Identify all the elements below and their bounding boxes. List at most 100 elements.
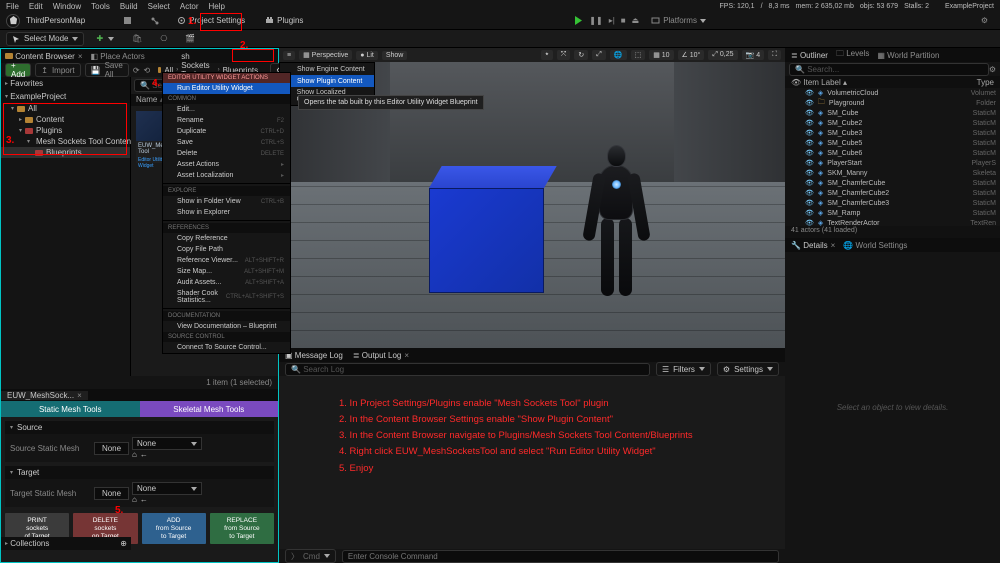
ctx-item[interactable]: Show in Folder ViewCTRL+B: [163, 196, 290, 207]
menu-tools[interactable]: Tools: [91, 2, 110, 11]
viewport-options[interactable]: ≡: [283, 51, 295, 60]
tab-static-mesh[interactable]: Static Mesh Tools: [1, 401, 140, 417]
gizmo-translate-icon[interactable]: ⤧: [557, 50, 571, 60]
outliner-item[interactable]: 👁◈SM_Cube5StaticM: [785, 138, 1000, 148]
step-button[interactable]: ▸|: [609, 16, 615, 25]
collections-section[interactable]: Collections: [10, 539, 49, 548]
outliner-item[interactable]: 👁◈SM_Cube6StaticM: [785, 148, 1000, 158]
favorites-section[interactable]: Favorites: [10, 79, 43, 88]
source-dropdown[interactable]: None: [132, 437, 202, 450]
project-root[interactable]: ExampleProject: [10, 92, 66, 101]
menu-edit[interactable]: Edit: [29, 2, 43, 11]
content-browser-tab[interactable]: Content Browser×: [5, 52, 83, 61]
ctx-item[interactable]: SaveCTRL+S: [163, 137, 290, 148]
outliner-item[interactable]: 👁◈SM_ChamferCube3StaticM: [785, 198, 1000, 208]
log-search-input[interactable]: 🔍 Search Log: [285, 363, 650, 376]
outliner-item[interactable]: 👁◈SM_ChamferCubeStaticM: [785, 178, 1000, 188]
outliner-tab[interactable]: ≣ Outliner: [791, 51, 828, 60]
world-partition-tab[interactable]: ▦ World Partition: [877, 51, 939, 60]
menu-build[interactable]: Build: [120, 2, 138, 11]
ctx-item[interactable]: DeleteDELETE: [163, 148, 290, 159]
add-button[interactable]: + Add: [5, 63, 31, 77]
menu-file[interactable]: File: [6, 2, 19, 11]
save-all-button[interactable]: 💾 Save All: [85, 63, 129, 77]
world-settings-tab[interactable]: 🌐 World Settings: [843, 241, 907, 250]
section-source[interactable]: ▾Source: [5, 421, 274, 434]
eject-button[interactable]: ⏏: [632, 16, 640, 25]
blueprint-icon[interactable]: ⎔: [154, 32, 173, 46]
console-input[interactable]: Enter Console Command: [342, 550, 779, 563]
tree-item-plugins[interactable]: ▾Plugins: [1, 125, 130, 136]
ctx-item[interactable]: Asset Localization▸: [163, 170, 290, 181]
outliner-item[interactable]: 👁◈SM_Cube2StaticM: [785, 118, 1000, 128]
show-plugin-content[interactable]: ✓Show Plugin Content: [280, 75, 374, 87]
levels-tab[interactable]: 🗀 Levels: [836, 48, 869, 62]
output-log-tab[interactable]: ≣ Output Log×: [353, 351, 409, 360]
marketplace-icon[interactable]: 🛍: [126, 32, 148, 46]
import-button[interactable]: ↥ Import: [35, 63, 80, 77]
tab-skeletal-mesh[interactable]: Skeletal Mesh Tools: [140, 401, 279, 417]
cmd-dropdown[interactable]: 〉Cmd: [285, 549, 336, 563]
replace-sockets-button[interactable]: REPLACE from Source to Target: [210, 513, 274, 544]
ctx-item[interactable]: View Documentation – Blueprint: [163, 321, 290, 332]
source-control-icon[interactable]: [144, 14, 165, 28]
ctx-item[interactable]: Copy Reference: [163, 233, 290, 244]
log-settings-button[interactable]: ⚙ Settings: [717, 362, 779, 376]
close-icon[interactable]: ×: [831, 241, 836, 250]
cb-folder-tree[interactable]: ▸ Favorites ▾ ExampleProject ▾All ▸Conte…: [1, 77, 131, 376]
platforms-button[interactable]: Platforms: [645, 14, 712, 28]
menu-actor[interactable]: Actor: [180, 2, 199, 11]
menu-window[interactable]: Window: [53, 2, 81, 11]
cinematics-icon[interactable]: 🎬: [179, 32, 201, 46]
ctx-item[interactable]: Reference Viewer...ALT+SHIFT+R: [163, 255, 290, 266]
show-dropdown[interactable]: Show: [382, 51, 408, 60]
message-log-tab[interactable]: ▣ Message Log: [285, 351, 343, 360]
play-button[interactable]: [574, 16, 583, 25]
ctx-item[interactable]: Shader Cook Statistics...CTRL+ALT+SHIFT+…: [163, 288, 290, 306]
show-engine-content[interactable]: Show Engine Content: [280, 63, 374, 75]
use-icon[interactable]: ←: [140, 495, 148, 504]
tree-item-blueprints[interactable]: Blueprints: [1, 147, 130, 158]
outliner-item[interactable]: 👁◈PlayerStartPlayerS: [785, 158, 1000, 168]
ctx-item[interactable]: DuplicateCTRL+D: [163, 126, 290, 137]
tree-item-content[interactable]: ▸Content: [1, 114, 130, 125]
tool-tab[interactable]: EUW_MeshSock...×: [1, 391, 88, 400]
outliner-item[interactable]: 👁◈SM_CubeStaticM: [785, 108, 1000, 118]
source-thumb[interactable]: None: [94, 442, 129, 455]
outliner-item[interactable]: 👁◈SM_ChamferCube2StaticM: [785, 188, 1000, 198]
tree-item-all[interactable]: ▾All: [1, 103, 130, 114]
gizmo-rotate-icon[interactable]: ↻: [574, 50, 588, 60]
log-filters-button[interactable]: ☰ Filters: [656, 362, 711, 376]
camera-speed-icon[interactable]: 📷 4: [742, 50, 765, 60]
ctx-item[interactable]: Size Map...ALT+SHIFT+M: [163, 266, 290, 277]
project-settings-button[interactable]: Project Settings: [171, 14, 251, 28]
outliner-item[interactable]: 👁◈SM_Cube3StaticM: [785, 128, 1000, 138]
ctx-item[interactable]: Show in Explorer: [163, 207, 290, 218]
outliner-item[interactable]: 👁◈SM_RampStaticM: [785, 208, 1000, 218]
angle-snap-icon[interactable]: ∠ 10°: [678, 50, 705, 60]
maximise-icon[interactable]: ⛶: [768, 50, 781, 60]
outliner-item[interactable]: 👁◈SKM_MannySkeleta: [785, 168, 1000, 178]
gizmo-scale-icon[interactable]: ⤢: [592, 50, 606, 60]
ctx-item[interactable]: Audit Assets...ALT+SHIFT+A: [163, 277, 290, 288]
outliner-item[interactable]: 👁◈TextRenderActorTextRen: [785, 218, 1000, 226]
select-mode-dropdown[interactable]: Select Mode: [6, 32, 84, 46]
save-icon[interactable]: [117, 14, 138, 28]
coord-space-icon[interactable]: 🌐: [610, 50, 627, 60]
scale-snap-icon[interactable]: ⤢ 0,25: [708, 50, 737, 60]
target-dropdown[interactable]: None: [132, 482, 202, 495]
plugins-button[interactable]: Plugins: [257, 14, 311, 28]
ctx-item[interactable]: Edit...: [163, 104, 290, 115]
outliner-item[interactable]: 👁🗀PlaygroundFolder: [785, 98, 1000, 108]
ctx-run-widget[interactable]: Run Editor Utility Widget: [163, 83, 290, 94]
browse-icon[interactable]: ⌂: [132, 495, 137, 504]
ctx-item[interactable]: Asset Actions▸: [163, 159, 290, 170]
section-target[interactable]: ▾Target: [5, 466, 274, 479]
outliner-header[interactable]: 👁 Item Label ▴ Type: [785, 76, 1000, 88]
outliner-search-input[interactable]: 🔍 Search...: [789, 63, 989, 76]
level-name[interactable]: ThirdPersonMap: [26, 16, 85, 25]
close-icon[interactable]: ×: [78, 52, 83, 61]
add-sockets-button[interactable]: ADD from Source to Target: [142, 513, 206, 544]
close-icon[interactable]: ×: [404, 351, 409, 360]
place-actors-tab[interactable]: ◧ Place Actors: [91, 52, 145, 61]
